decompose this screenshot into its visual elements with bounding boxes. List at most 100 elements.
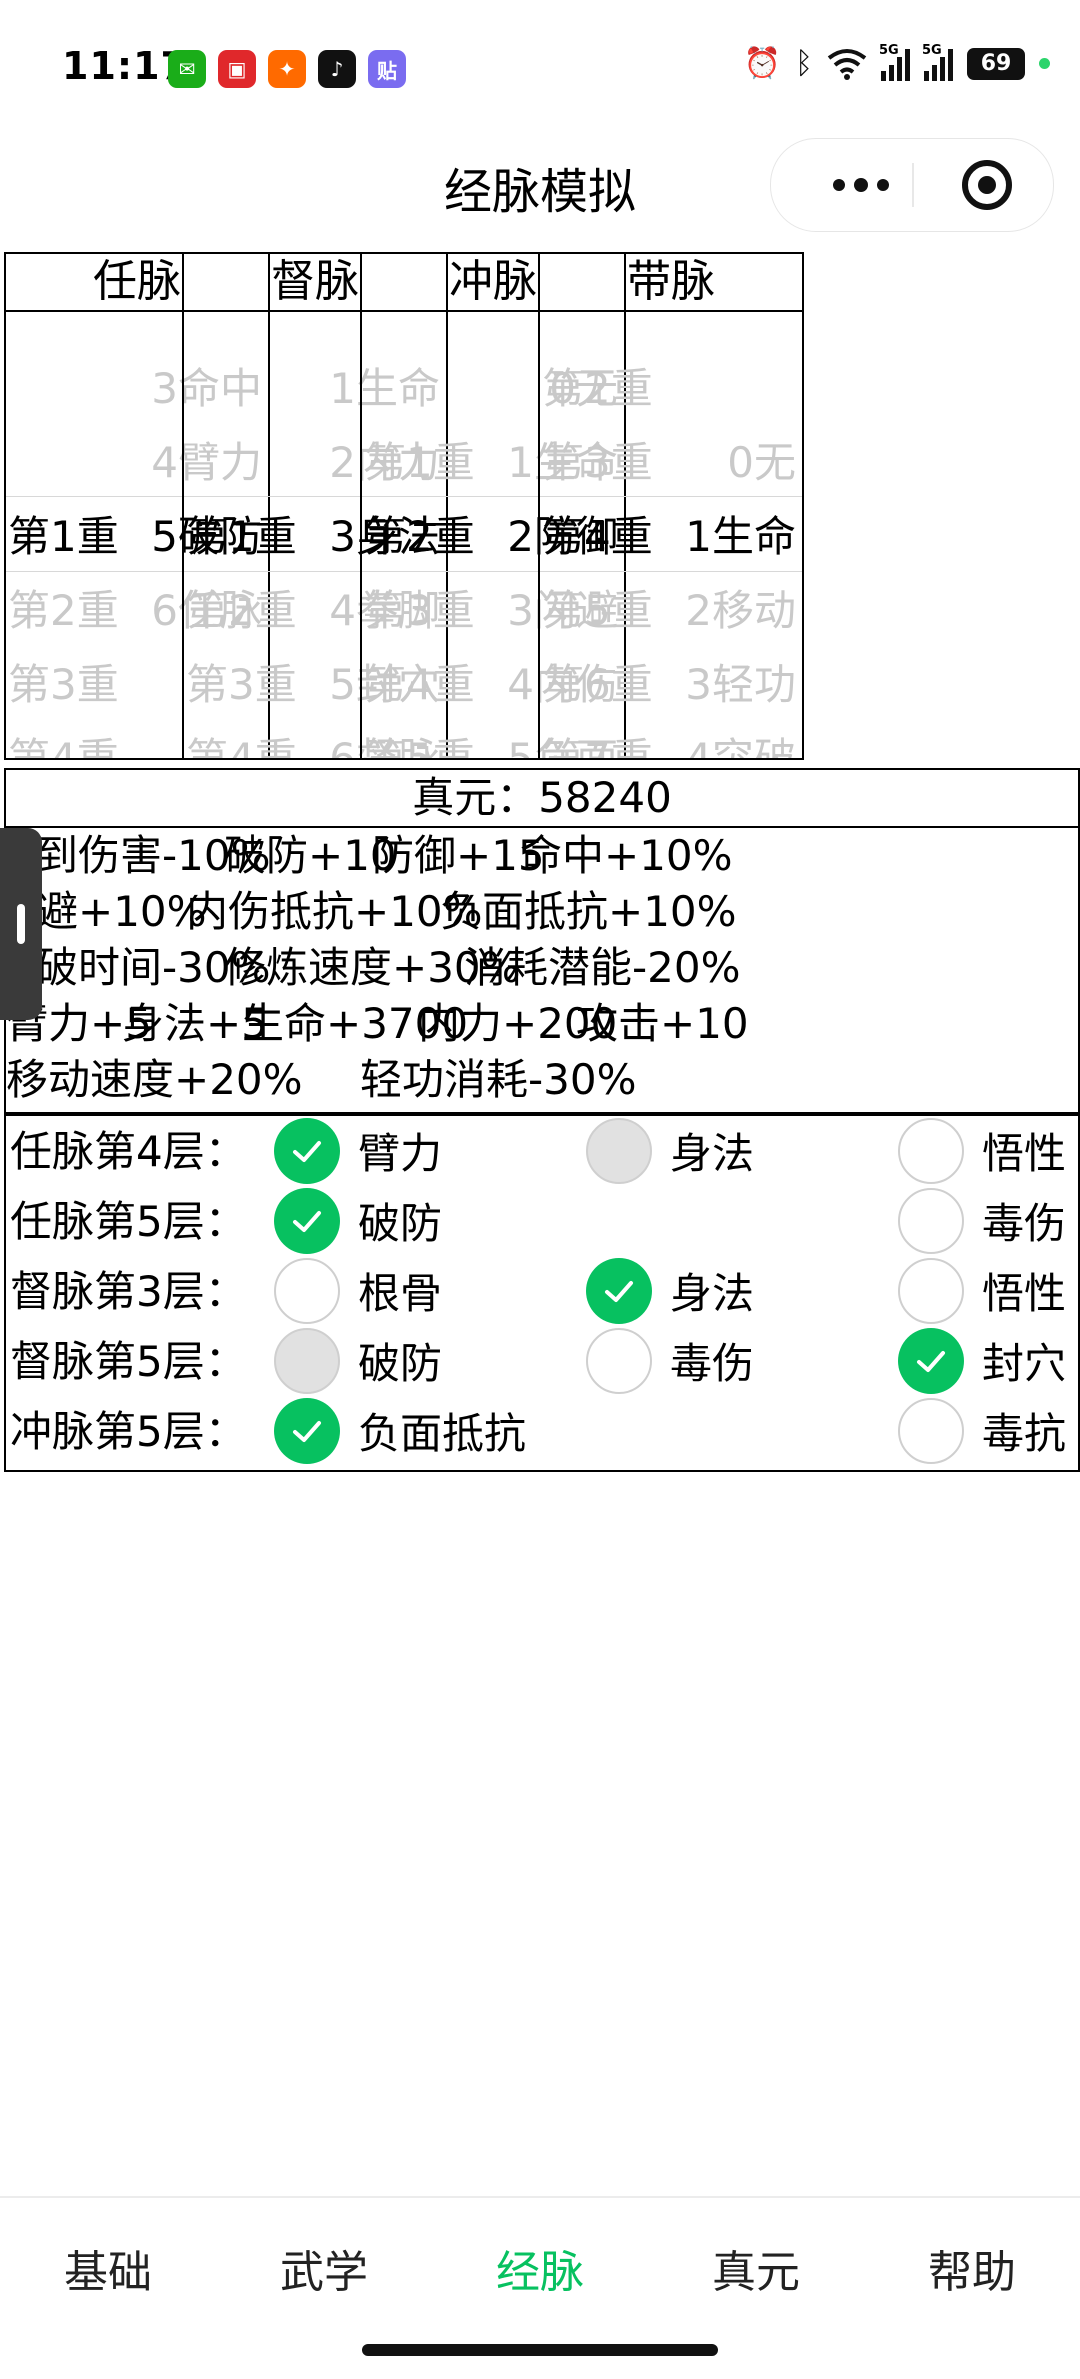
notification-icons: ✉ ▣ ✦ ♪ 贴 <box>168 50 406 88</box>
option-checkbox[interactable] <box>898 1398 964 1464</box>
tab-martial[interactable]: 武学 <box>216 2236 432 2300</box>
attribute-value: 命中+10% <box>520 831 733 880</box>
picker-level: 第4重 <box>542 511 653 561</box>
attribute-value: 破防+10 <box>224 831 397 880</box>
option-label[interactable]: 臂力 <box>358 1120 442 1181</box>
attribute-value: 消耗潜能-20% <box>464 943 741 992</box>
option-label[interactable]: 悟性 <box>982 1260 1066 1321</box>
floating-side-handle[interactable] <box>0 828 42 1020</box>
option-checkbox[interactable] <box>898 1118 964 1184</box>
picker-level: 第2重 <box>542 363 653 413</box>
signal-icon: 5G <box>922 43 953 81</box>
picker-level: 第4重 <box>364 659 475 709</box>
picker-selected-option[interactable]: 第4重 1生命 <box>540 496 802 570</box>
option-row-label: 督脉第3层： <box>10 1267 247 1316</box>
option-row-label: 任脉第4层： <box>10 1127 247 1176</box>
checkmark-icon <box>293 1211 321 1232</box>
option-checkbox[interactable] <box>586 1328 652 1394</box>
option-checkbox[interactable] <box>586 1258 652 1324</box>
option-row-label: 冲脉第5层： <box>10 1407 247 1456</box>
option-label[interactable]: 毒抗 <box>982 1400 1066 1461</box>
option-label[interactable]: 破防 <box>358 1190 442 1251</box>
tab-zhenyuan[interactable]: 真元 <box>648 2236 864 2300</box>
picker-option[interactable]: 第3重 0无 <box>540 422 802 496</box>
tieba-icon: 贴 <box>368 50 406 88</box>
picker-value: 0无 <box>727 437 796 487</box>
option-checkbox[interactable] <box>898 1328 964 1394</box>
capsule-divider <box>912 163 914 207</box>
picker-level: 第2重 <box>186 585 297 635</box>
option-checkbox[interactable] <box>274 1118 340 1184</box>
option-checkbox[interactable] <box>274 1258 340 1324</box>
attribute-value: 轻功消耗-30% <box>360 1055 637 1104</box>
checkmark-icon <box>917 1351 945 1372</box>
picker-level: 第1重 <box>186 511 297 561</box>
attribute-line: 闪避+10% 内伤抵抗+10% 负面抵抗+10% <box>6 884 1078 940</box>
option-row-label: 督脉第5层： <box>10 1337 247 1386</box>
picker-option[interactable]: 第5重 2移动 <box>540 570 802 644</box>
option-label[interactable]: 悟性 <box>982 1120 1066 1181</box>
attribute-value: 内伤抵抗+10% <box>186 887 483 936</box>
calendar-icon: ▣ <box>218 50 256 88</box>
option-label[interactable]: 负面抵抗 <box>358 1400 526 1461</box>
picker-level: 第3重 <box>542 437 653 487</box>
option-label[interactable]: 封穴 <box>982 1330 1066 1391</box>
option-label[interactable]: 身法 <box>670 1120 754 1181</box>
attribute-summary: 受到伤害-10% 破防+10 防御+15 命中+10% 闪避+10% 内伤抵抗+10% 负面… <box>4 826 1080 1114</box>
picker-level: 第1重 <box>8 511 119 561</box>
picker-value: 2移动 <box>685 585 796 635</box>
zhenyuan-label: 真元： <box>412 773 539 822</box>
picker-level: 第3重 <box>186 659 297 709</box>
zhenyuan-value: 58240 <box>538 773 672 822</box>
picker-level: 第3重 <box>8 659 119 709</box>
option-label[interactable]: 毒伤 <box>670 1330 754 1391</box>
option-checkbox <box>274 1328 340 1394</box>
meridian-pickers: 任脉 3命中 4臂力 第1重 5破防 第2重 6任脉 第3重 第4重 督脉 1生命 2内力 第1重 3身法… <box>4 252 1076 762</box>
picker-option[interactable]: 第7重 4突破 <box>540 718 802 759</box>
attribute-line: 移动速度+20% 轻功消耗-30% <box>6 1052 1078 1108</box>
checkmark-icon <box>293 1141 321 1162</box>
tab-basic[interactable]: 基础 <box>0 2236 216 2300</box>
option-checkbox[interactable] <box>898 1188 964 1254</box>
picker-level: 第4重 <box>8 733 119 759</box>
close-icon[interactable] <box>961 159 1013 211</box>
picker-level: 第6重 <box>542 659 653 709</box>
dianping-icon: ✦ <box>268 50 306 88</box>
wechat-icon: ✉ <box>168 50 206 88</box>
option-label[interactable]: 根骨 <box>358 1260 442 1321</box>
picker-level: 第1重 <box>364 437 475 487</box>
checkmark-icon <box>605 1281 633 1302</box>
picker-value: 4突破 <box>685 733 796 759</box>
picker-wheel[interactable]: 第2重第3重 0无第4重 1生命 第5重 2移动 第6重 3轻功第7重 4突破 <box>540 312 802 758</box>
picker-option[interactable]: 第6重 3轻功 <box>540 644 802 718</box>
signal-icon: 5G <box>879 43 910 81</box>
option-checkbox[interactable] <box>274 1188 340 1254</box>
option-row-label: 任脉第5层： <box>10 1197 247 1246</box>
picker-column[interactable]: 带脉 第2重 第3重 0无 第4重 1生命 第5重 2移动 第6重 3轻功 第7重 4突破 <box>538 252 804 760</box>
attribute-value: 防御+15 <box>372 831 545 880</box>
picker-level: 第7重 <box>542 733 653 759</box>
option-label[interactable]: 毒伤 <box>982 1190 1066 1251</box>
checkmark-icon <box>293 1421 321 1442</box>
picker-value: 1生命 <box>685 511 796 561</box>
picker-level: 第3重 <box>364 585 475 635</box>
option-checkbox[interactable] <box>274 1398 340 1464</box>
picker-value: 3轻功 <box>685 659 796 709</box>
more-icon[interactable] <box>811 139 911 231</box>
status-bar: 11:17 ✉ ▣ ✦ ♪ 贴 ⏰ ᛒ 5G 5G 69 <box>0 0 1080 130</box>
attribute-value: 攻击+10 <box>576 999 749 1048</box>
alarm-icon: ⏰ <box>743 46 781 81</box>
option-checkbox[interactable] <box>898 1258 964 1324</box>
attribute-line: 臂力+5 身法+5 生命+3700 内力+200 攻击+10 <box>6 996 1078 1052</box>
picker-option[interactable]: 第2重 <box>540 348 802 422</box>
picker-level: 第5重 <box>542 585 653 635</box>
picker-level: 第2重 <box>8 585 119 635</box>
attribute-line: 受到伤害-10% 破防+10 防御+15 命中+10% <box>6 828 1078 884</box>
bluetooth-icon: ᛒ <box>795 46 813 81</box>
attribute-line: 突破时间-30% 修炼速度+30% 消耗潜能-20% <box>6 940 1078 996</box>
option-label[interactable]: 身法 <box>670 1260 754 1321</box>
option-label[interactable]: 破防 <box>358 1330 442 1391</box>
tab-meridian[interactable]: 经脉 <box>432 2236 648 2300</box>
tab-help[interactable]: 帮助 <box>864 2236 1080 2300</box>
signal-label: 5G <box>922 42 942 58</box>
